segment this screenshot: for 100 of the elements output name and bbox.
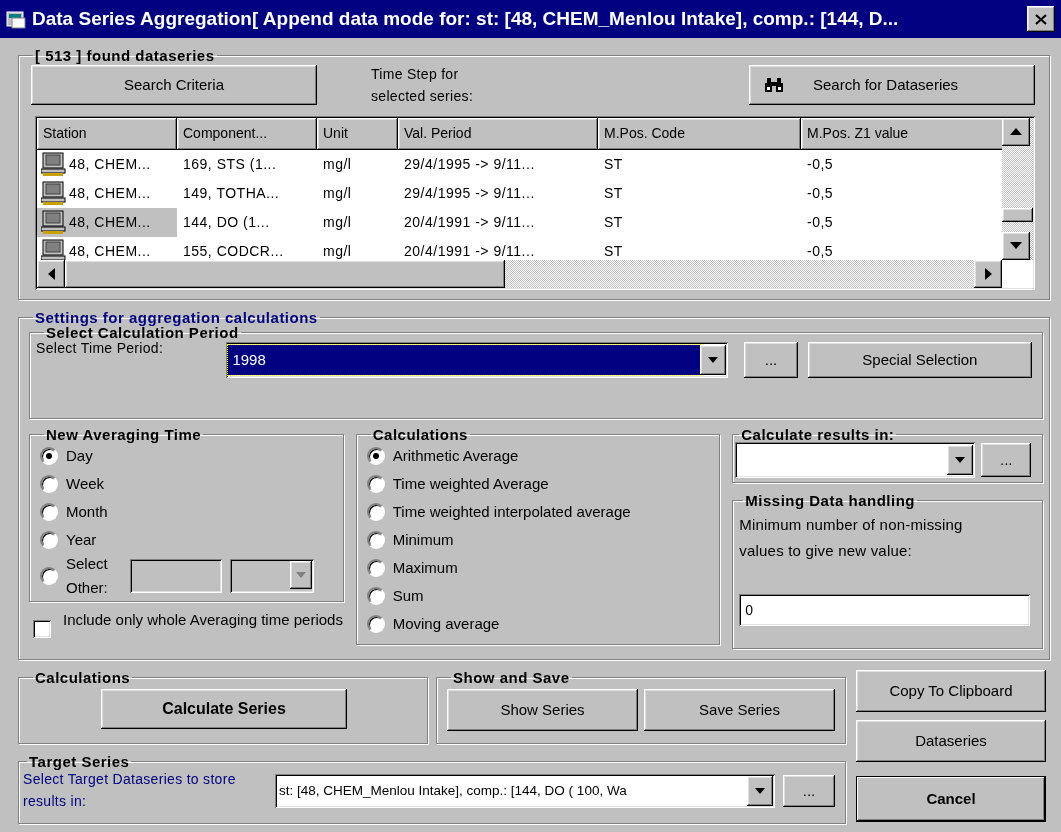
table-cell-text: mg/l — [322, 183, 353, 203]
table-cell: 48, CHEM... — [37, 207, 177, 237]
table-cell-text: 20/4/1991 -> 9/11... — [403, 241, 536, 260]
checkbox-label: Include only whole Averaging time periods — [63, 610, 343, 630]
table-cell-text: 155, CODCR... — [182, 241, 285, 260]
column-header[interactable]: Station — [37, 117, 177, 150]
browse-button[interactable]: ... — [783, 774, 835, 807]
table-cell-text: ST — [603, 154, 624, 174]
radio-button[interactable] — [366, 587, 385, 605]
table-cell-text: ST — [603, 241, 624, 260]
calculate-series-button[interactable]: Calculate Series — [101, 689, 347, 729]
caret-icon — [296, 572, 306, 578]
search-criteria-button[interactable]: Search Criteria — [31, 65, 317, 105]
radio-label: Arithmetic Average — [392, 447, 519, 465]
dropdown-button[interactable] — [290, 561, 312, 589]
dropdown-value: st: [48, CHEM_Menlou Intake], comp.: [144, DO ( 100, Wa — [278, 782, 627, 799]
radio-label: Select Other: — [66, 554, 109, 598]
horizontal-scrollbar[interactable] — [37, 259, 1002, 288]
radio-label: Minimum — [392, 531, 454, 549]
field-label: Select Time Period: — [36, 340, 165, 357]
group-title: Target Series — [28, 754, 131, 769]
close-icon — [1035, 13, 1047, 25]
radio-label: Year — [66, 531, 97, 549]
target-dataseries-dropdown[interactable]: st: [48, CHEM_Menlou Intake], comp.: [144, DO ( 100, Wa — [275, 773, 775, 808]
radio-button[interactable] — [366, 447, 385, 465]
radio-button[interactable] — [40, 567, 58, 585]
dropdown-button[interactable] — [747, 775, 773, 806]
table-cell-text: 169, STS (1... — [182, 154, 278, 174]
column-header[interactable]: M.Pos. Code — [598, 117, 801, 150]
window-title: Data Series Aggregation[ Append data mode for: st: [48, CHEM_Menlou Intake], comp.: [144, D... — [32, 7, 900, 31]
time-period-dropdown[interactable]: 1998 — [226, 342, 729, 378]
group-title: Missing Data handling — [744, 493, 916, 508]
radio-label: Time weighted Average — [392, 475, 549, 493]
caret-icon — [755, 787, 765, 794]
action-button[interactable]: Save Series — [644, 689, 835, 731]
radio-label: Time weighted interpolated average — [392, 503, 631, 521]
table-cell-text: ST — [603, 212, 624, 232]
column-header[interactable]: Val. Period — [398, 117, 598, 150]
caret-icon — [708, 357, 719, 363]
dialog-button[interactable]: Copy To Clipboard — [856, 670, 1046, 712]
dropdown-button[interactable] — [700, 345, 727, 375]
table-cell-text: 20/4/1991 -> 9/11... — [403, 212, 536, 232]
special-selection-button[interactable]: Special Selection — [807, 342, 1032, 378]
results-unit-dropdown[interactable] — [735, 442, 976, 478]
left-arrow-icon — [47, 267, 55, 280]
browse-button[interactable]: ... — [981, 443, 1032, 477]
scroll-up-button[interactable] — [1002, 117, 1030, 146]
radio-button[interactable] — [366, 559, 385, 577]
dialog-button[interactable]: Cancel — [856, 776, 1046, 822]
group-title: Select Calculation Period — [46, 325, 240, 340]
scroll-thumb[interactable] — [65, 259, 505, 288]
radio-button[interactable] — [40, 447, 58, 465]
column-header[interactable]: Unit — [317, 117, 398, 150]
radio-label: Month — [66, 503, 108, 521]
dropdown-button[interactable] — [947, 445, 974, 475]
field-label: Select Target Dataseries to store results in: — [23, 770, 237, 811]
group-title: [ 513 ] found dataseries — [34, 48, 216, 63]
computer-icon — [41, 210, 67, 235]
action-button[interactable]: Show Series — [447, 689, 638, 731]
scroll-right-button[interactable] — [974, 259, 1002, 288]
radio-button[interactable] — [40, 531, 58, 549]
radio-button[interactable] — [366, 503, 385, 521]
field-label: Minimum number of non-missing values to give new value: — [739, 515, 964, 562]
radio-button[interactable] — [366, 615, 385, 633]
table-cell: 48, CHEM... — [37, 149, 177, 179]
time-step-label: Time Step for selected series: — [371, 65, 475, 107]
radio-button[interactable] — [366, 475, 385, 493]
table-cell-text: -0,5 — [806, 154, 835, 174]
checkbox[interactable] — [33, 620, 51, 638]
table-cell-text: -0,5 — [806, 241, 835, 260]
vertical-scrollbar[interactable] — [1002, 117, 1033, 260]
dialog-button[interactable]: Dataseries — [856, 720, 1046, 762]
table-cell-text: mg/l — [322, 241, 353, 260]
group-title: Show and Save — [452, 670, 571, 685]
group-title: Calculate results in: — [740, 427, 896, 442]
radio-label: Maximum — [392, 559, 458, 577]
text-field[interactable] — [130, 559, 222, 593]
scroll-down-button[interactable] — [1002, 231, 1030, 260]
browse-button[interactable]: ... — [744, 342, 798, 378]
search-button[interactable]: Search for Dataseries — [749, 65, 1035, 105]
column-header[interactable]: Component... — [177, 117, 317, 150]
radio-label: Day — [66, 447, 93, 465]
binoculars-icon — [765, 78, 783, 92]
table-cell-text: -0,5 — [806, 212, 835, 232]
radio-button[interactable] — [40, 475, 58, 493]
scroll-thumb[interactable] — [1002, 207, 1033, 222]
radio-label: Sum — [392, 587, 424, 605]
scroll-left-button[interactable] — [37, 259, 65, 288]
group-title: New Averaging Time — [45, 427, 203, 442]
computer-icon — [41, 152, 67, 177]
dropdown-value: 1998 — [228, 345, 701, 375]
radio-label: Moving average — [392, 615, 500, 633]
column-header[interactable]: M.Pos. Z1 value — [801, 117, 1002, 150]
number-field[interactable]: 0 — [739, 594, 1030, 626]
radio-button[interactable] — [366, 531, 385, 549]
close-button[interactable] — [1027, 6, 1055, 32]
table-cell-text: 29/4/1995 -> 9/11... — [403, 183, 536, 203]
table-cell-text: mg/l — [322, 212, 353, 232]
table-cell-text: 149, TOTHA... — [182, 183, 281, 203]
radio-button[interactable] — [40, 503, 58, 521]
